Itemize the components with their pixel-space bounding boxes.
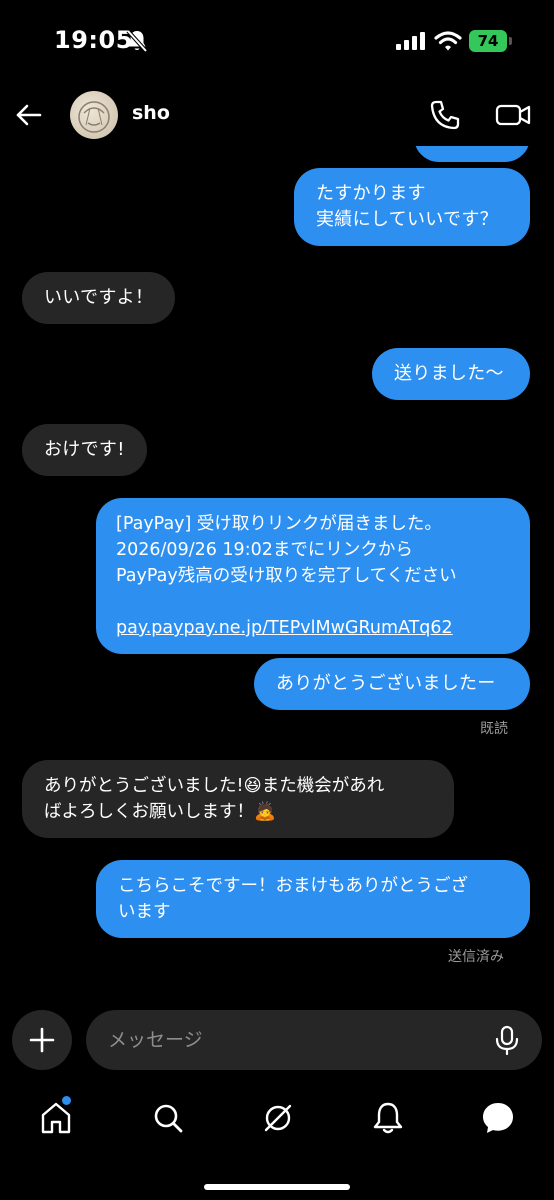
home-indicator [204,1184,350,1190]
phone-icon[interactable] [428,98,462,132]
message-bubble-outgoing[interactable]: こちらこそですー！おまけもありがとうござ います [96,860,530,938]
microphone-icon[interactable] [492,1025,522,1055]
back-arrow-icon[interactable] [12,98,46,132]
message-line: 実績にしていいです？ [316,209,498,230]
contact-name[interactable]: sho [132,102,170,124]
message-bubble-incoming[interactable]: ありがとうございました!😆また機会があれ ばよろしくお願いします！🙇 [22,760,454,838]
home-icon[interactable] [38,1100,74,1136]
explore-icon[interactable] [260,1100,296,1136]
bell-icon[interactable] [370,1100,406,1136]
composer [0,1008,554,1078]
message-bubble-outgoing[interactable]: 送りました〜 [372,348,530,400]
status-time: 19:05 [54,26,133,54]
paypay-link[interactable]: pay.paypay.ne.jp/TEPvlMwGRumATq62 [116,615,514,641]
message-bubble-incoming[interactable]: いいですよ！ [22,272,176,324]
message-line: おけです! [44,439,125,460]
message-line: 2026/09/26 19:02までにリンクから [116,540,413,560]
avatar[interactable] [70,91,118,139]
notification-dot [62,1096,71,1105]
message-line: [PayPay] 受け取りリンクが届きました。 [116,514,442,534]
message-line: PayPay残高の受け取りを完了してください [116,566,457,586]
message-line: 送りました〜 [394,363,504,384]
signal-icon [396,32,425,50]
avatar-drawing [78,101,110,133]
add-button[interactable] [12,1010,72,1070]
message-line: ありがとうございましたー [276,673,496,694]
message-line: ありがとうございました!😆また機会があれ [44,776,385,796]
message-line: います [118,902,171,922]
messenger-icon[interactable] [480,1100,516,1136]
message-thread[interactable]: たすかります 実績にしていいです？ いいですよ！ 送りました〜 おけです! [P… [0,146,554,986]
sent-receipt: 送信済み [448,949,504,965]
read-receipt: 既読 [480,721,508,737]
tab-bar [0,1090,554,1150]
video-camera-icon[interactable] [494,98,532,132]
chat-header: sho [0,84,554,146]
message-bubble-incoming[interactable]: おけです! [22,424,147,476]
message-input[interactable] [86,1010,542,1070]
search-icon[interactable] [150,1100,186,1136]
message-bubble-outgoing[interactable]: たすかります 実績にしていいです？ [294,168,530,246]
battery-icon: 74 [469,30,507,52]
message-bubble-outgoing[interactable]: ありがとうございましたー [254,658,530,710]
battery-nub [509,37,512,45]
message-line: いいですよ！ [44,287,154,308]
message-line: こちらこそですー！おまけもありがとうござ [118,876,468,896]
paypay-link-bubble[interactable]: [PayPay] 受け取りリンクが届きました。 2026/09/26 19:02… [96,498,530,654]
wifi-icon [434,31,462,51]
bell-slash-icon [126,29,148,53]
message-line: たすかります [316,183,426,204]
plus-icon [29,1027,55,1053]
message-bubble-clipped[interactable] [414,146,530,162]
message-line: ばよろしくお願いします！🙇 [44,802,276,822]
message-line-blank [116,589,514,615]
status-bar: 19:05 74 [0,0,554,84]
